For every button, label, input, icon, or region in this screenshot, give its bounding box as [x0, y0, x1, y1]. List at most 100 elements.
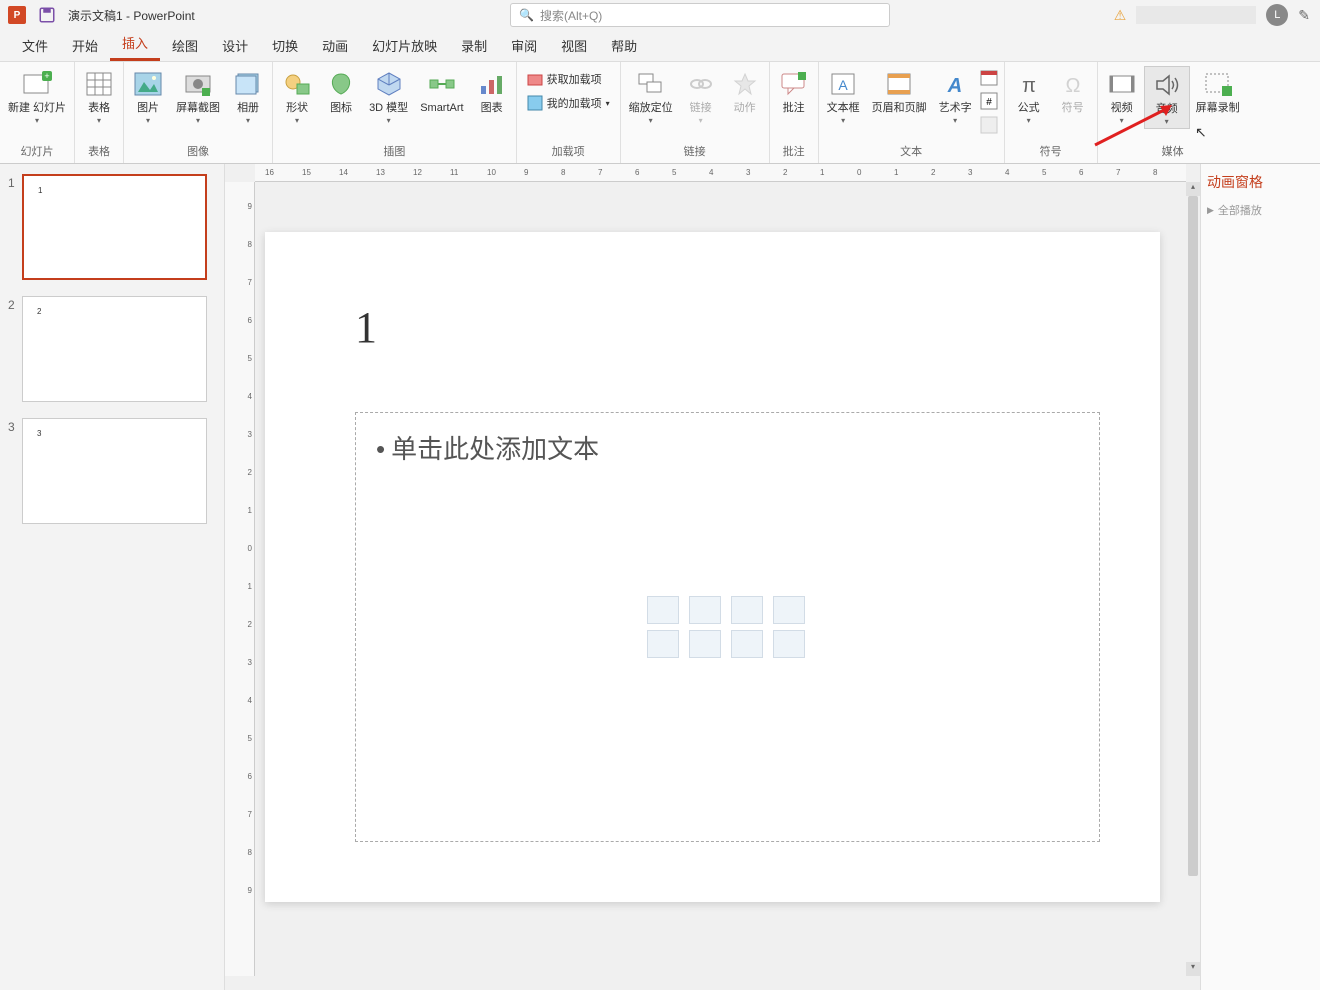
tab-draw[interactable]: 绘图 — [160, 30, 210, 61]
insert-icon-icon[interactable] — [773, 630, 805, 658]
header-icon — [883, 68, 915, 100]
audio-button[interactable]: 音频 ▾ — [1144, 66, 1190, 129]
slide-title[interactable]: 1 — [355, 302, 377, 353]
object-button[interactable] — [980, 116, 1000, 136]
wordart-button[interactable]: A 艺术字 ▾ — [933, 66, 978, 127]
cube-icon — [373, 68, 405, 100]
pen-icon[interactable]: ✎ — [1298, 7, 1310, 24]
slide-editor: 16151413121110987654321012345678 9876543… — [225, 164, 1200, 990]
insert-online-picture-icon[interactable] — [689, 630, 721, 658]
tab-slideshow[interactable]: 幻灯片放映 — [360, 30, 449, 61]
action-button: 动作 — [723, 66, 767, 117]
insert-picture-icon[interactable] — [647, 630, 679, 658]
equation-button[interactable]: π 公式 ▾ — [1007, 66, 1051, 127]
tab-animations[interactable]: 动画 — [310, 30, 360, 61]
svg-text:A: A — [838, 77, 848, 93]
tab-insert[interactable]: 插入 — [110, 27, 160, 61]
chart-icon — [476, 68, 508, 100]
chart-button[interactable]: 图表 — [470, 66, 514, 117]
tab-view[interactable]: 视图 — [549, 30, 599, 61]
svg-text:A: A — [947, 75, 962, 96]
store-icon — [527, 71, 543, 87]
tab-home[interactable]: 开始 — [60, 30, 110, 61]
play-all-button[interactable]: ▶ 全部播放 — [1207, 202, 1314, 218]
svg-text:#: # — [986, 97, 992, 108]
screenshot-icon — [182, 68, 214, 100]
table-button[interactable]: 表格 ▾ — [77, 66, 121, 127]
album-icon — [232, 68, 264, 100]
save-icon[interactable] — [38, 6, 56, 24]
svg-text:Ω: Ω — [1065, 75, 1080, 96]
zoom-button[interactable]: 缩放定位 ▾ — [623, 66, 679, 127]
vertical-scrollbar[interactable]: ▴ ▾ — [1186, 182, 1200, 976]
insert-smartart-icon[interactable] — [731, 596, 763, 624]
scroll-up-button[interactable]: ▴ — [1186, 182, 1200, 196]
screen-record-button[interactable]: 屏幕录制 — [1190, 66, 1246, 117]
ribbon: + 新建 幻灯片 ▾ 幻灯片 表格 ▾ 表格 图片 ▾ 屏 — [0, 62, 1320, 164]
symbol-icon: Ω — [1057, 68, 1089, 100]
get-addins-button[interactable]: 获取加载项 — [523, 68, 614, 90]
search-icon: 🔍 — [519, 8, 534, 22]
group-links: 缩放定位 ▾ 链接 ▾ 动作 链接 — [621, 62, 770, 163]
icons-icon — [325, 68, 357, 100]
picture-icon — [132, 68, 164, 100]
user-avatar[interactable]: L — [1266, 4, 1288, 26]
title-bar: P 演示文稿1 - PowerPoint 🔍 搜索(Alt+Q) ⚠ L ✎ — [0, 0, 1320, 30]
picture-button[interactable]: 图片 ▾ — [126, 66, 170, 127]
group-images: 图片 ▾ 屏幕截图 ▾ 相册 ▾ 图像 — [124, 62, 273, 163]
comment-button[interactable]: 批注 — [772, 66, 816, 117]
addins-icon — [527, 95, 543, 111]
group-table: 表格 ▾ 表格 — [75, 62, 124, 163]
thumbnail-2[interactable]: 2 2 — [8, 296, 216, 402]
album-button[interactable]: 相册 ▾ — [226, 66, 270, 127]
scroll-down-button[interactable]: ▾ — [1186, 962, 1200, 976]
tab-design[interactable]: 设计 — [210, 30, 260, 61]
shapes-icon — [281, 68, 313, 100]
ribbon-tabs: 文件 开始 插入 绘图 设计 切换 动画 幻灯片放映 录制 审阅 视图 帮助 — [0, 30, 1320, 62]
search-box[interactable]: 🔍 搜索(Alt+Q) — [510, 3, 890, 27]
group-text: A 文本框 ▾ 页眉和页脚 A 艺术字 ▾ # 文本 — [819, 62, 1005, 163]
scroll-thumb[interactable] — [1188, 196, 1198, 876]
tab-transitions[interactable]: 切换 — [260, 30, 310, 61]
insert-chart-icon[interactable] — [689, 596, 721, 624]
new-slide-button[interactable]: + 新建 幻灯片 ▾ — [2, 66, 72, 127]
date-button[interactable] — [980, 68, 1000, 88]
tab-review[interactable]: 审阅 — [499, 30, 549, 61]
shapes-button[interactable]: 形状 ▾ — [275, 66, 319, 127]
screenshot-button[interactable]: 屏幕截图 ▾ — [170, 66, 226, 127]
3d-model-button[interactable]: 3D 模型 ▾ — [363, 66, 414, 127]
group-slides: + 新建 幻灯片 ▾ 幻灯片 — [0, 62, 75, 163]
cursor-icon: ↖ — [1195, 124, 1207, 141]
textbox-button[interactable]: A 文本框 ▾ — [821, 66, 866, 127]
slide-canvas-area[interactable]: 1 •单击此处添加文本 — [255, 182, 1186, 976]
header-footer-button[interactable]: 页眉和页脚 — [866, 66, 933, 117]
my-addins-button[interactable]: 我的加载项 ▾ — [523, 92, 614, 114]
new-slide-icon: + — [21, 68, 53, 100]
group-addins: 获取加载项 我的加载项 ▾ 加载项 — [517, 62, 621, 163]
thumbnail-3[interactable]: 3 3 — [8, 418, 216, 524]
smartart-icon — [426, 68, 458, 100]
workspace: 1 1 2 2 3 3 1615141312111098765432101234… — [0, 164, 1320, 990]
warning-icon[interactable]: ⚠ — [1114, 7, 1127, 24]
insert-video-icon[interactable] — [731, 630, 763, 658]
group-comments: 批注 批注 — [770, 62, 819, 163]
powerpoint-icon: P — [8, 6, 26, 24]
insert-3d-icon[interactable] — [773, 596, 805, 624]
link-button: 链接 ▾ — [679, 66, 723, 127]
tab-help[interactable]: 帮助 — [599, 30, 649, 61]
account-area[interactable] — [1136, 6, 1256, 24]
thumbnail-1[interactable]: 1 1 — [8, 174, 216, 280]
video-button[interactable]: 视频 ▾ — [1100, 66, 1144, 127]
tab-record[interactable]: 录制 — [449, 30, 499, 61]
insert-table-icon[interactable] — [647, 596, 679, 624]
comment-icon — [778, 68, 810, 100]
slide[interactable]: 1 •单击此处添加文本 — [265, 232, 1160, 902]
icons-button[interactable]: 图标 — [319, 66, 363, 117]
horizontal-ruler[interactable]: 16151413121110987654321012345678 — [255, 164, 1186, 182]
tab-file[interactable]: 文件 — [10, 30, 60, 61]
animation-pane: 动画窗格 ▶ 全部播放 — [1200, 164, 1320, 990]
vertical-ruler[interactable]: 9876543210123456789 — [225, 182, 255, 976]
smartart-button[interactable]: SmartArt — [414, 66, 469, 117]
slide-content-placeholder[interactable]: •单击此处添加文本 — [355, 412, 1100, 842]
slide-number-button[interactable]: # — [980, 92, 1000, 112]
